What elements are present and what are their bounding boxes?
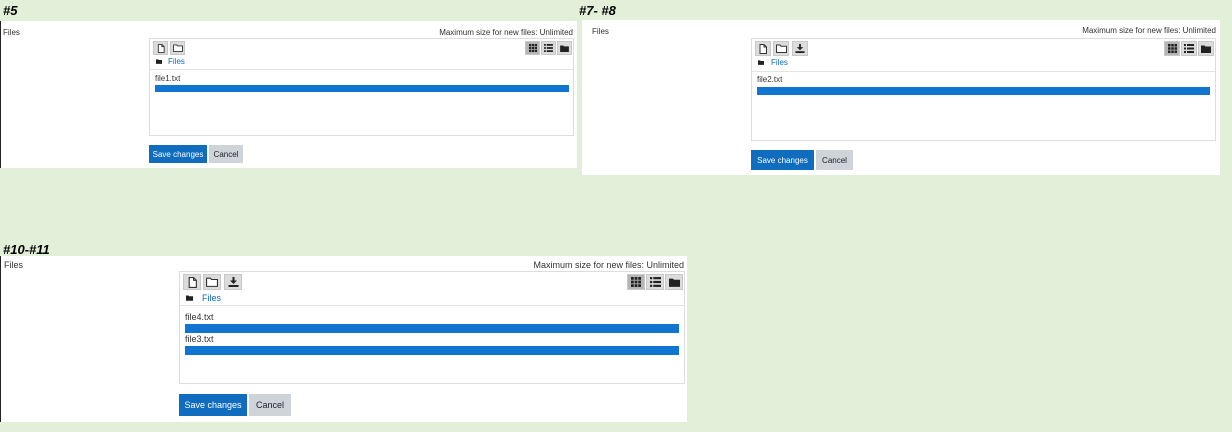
list-icon <box>1184 44 1194 53</box>
file-name[interactable]: file1.txt <box>155 74 180 83</box>
step-label-5: #5 <box>3 3 18 18</box>
max-size-text: Maximum size for new files: Unlimited <box>439 28 573 37</box>
filemanager: Files file1.txt <box>149 38 574 136</box>
breadcrumb-files-link[interactable]: Files <box>771 58 788 67</box>
view-tree-button[interactable] <box>557 41 572 55</box>
upload-progress-bar <box>185 324 679 333</box>
download-button[interactable] <box>792 41 808 56</box>
filemanager-panel-7-8: Files Maximum size for new files: Unlimi… <box>582 20 1220 175</box>
folder-icon <box>156 59 162 64</box>
file-icon <box>759 43 767 54</box>
folder-icon <box>206 277 218 287</box>
add-file-button[interactable] <box>153 41 168 55</box>
grid-icon <box>1167 44 1177 53</box>
folder-icon <box>668 278 680 287</box>
files-field-label: Files <box>3 28 20 37</box>
view-icons-button[interactable] <box>1164 41 1180 56</box>
list-icon <box>649 277 661 287</box>
view-list-button[interactable] <box>541 41 556 55</box>
filemanager: Files file2.txt <box>751 38 1216 141</box>
folder-icon <box>186 295 193 301</box>
breadcrumb: Files <box>156 57 185 66</box>
download-icon <box>228 277 238 287</box>
folder-icon <box>1201 45 1211 53</box>
file-name[interactable]: file3.txt <box>185 334 214 344</box>
divider <box>180 305 684 306</box>
files-field-label: Files <box>592 27 609 36</box>
folder-icon <box>560 44 569 52</box>
view-list-button[interactable] <box>1181 41 1197 56</box>
download-icon <box>795 44 805 53</box>
upload-progress-bar <box>757 87 1210 95</box>
save-button[interactable]: Save changes <box>751 150 814 170</box>
create-folder-button[interactable] <box>170 41 185 55</box>
folder-icon <box>775 44 787 53</box>
add-file-button[interactable] <box>755 41 771 56</box>
breadcrumb-files-link[interactable]: Files <box>202 293 221 303</box>
max-size-text: Maximum size for new files: Unlimited <box>533 260 684 270</box>
create-folder-button[interactable] <box>773 41 789 56</box>
file-icon <box>188 276 197 288</box>
grid-icon <box>631 277 641 287</box>
files-field-label: Files <box>4 260 24 270</box>
save-button[interactable]: Save changes <box>179 394 247 416</box>
breadcrumb: Files <box>758 58 788 67</box>
list-icon <box>544 44 553 52</box>
step-label-10-11: #10-#11 <box>3 242 50 257</box>
breadcrumb: Files <box>186 293 221 303</box>
add-file-button[interactable] <box>183 274 201 290</box>
view-tree-button[interactable] <box>665 274 683 290</box>
divider <box>752 71 1215 72</box>
breadcrumb-files-link[interactable]: Files <box>168 57 185 66</box>
file-name[interactable]: file4.txt <box>185 312 214 322</box>
view-icons-button[interactable] <box>627 274 645 290</box>
view-list-button[interactable] <box>646 274 664 290</box>
upload-progress-bar <box>185 346 679 355</box>
folder-icon <box>758 60 764 65</box>
view-tree-button[interactable] <box>1198 41 1214 56</box>
cancel-button[interactable]: Cancel <box>816 150 853 170</box>
upload-progress-bar <box>155 85 569 92</box>
view-icons-button[interactable] <box>525 41 540 55</box>
divider <box>150 69 573 70</box>
folder-icon <box>172 44 183 52</box>
save-button[interactable]: Save changes <box>149 145 207 163</box>
grid-icon <box>528 44 537 52</box>
file-name[interactable]: file2.txt <box>757 75 782 84</box>
filemanager-panel-5: Files Maximum size for new files: Unlimi… <box>0 21 577 168</box>
filemanager-panel-10-11: Files Maximum size for new files: Unlimi… <box>0 256 687 422</box>
file-icon <box>157 43 165 53</box>
cancel-button[interactable]: Cancel <box>209 145 243 163</box>
cancel-button[interactable]: Cancel <box>249 394 291 416</box>
filemanager: Files file4.txt file3.txt <box>179 271 685 384</box>
step-label-7-8: #7- #8 <box>579 3 616 18</box>
max-size-text: Maximum size for new files: Unlimited <box>1082 26 1216 35</box>
create-folder-button[interactable] <box>203 274 221 290</box>
download-button[interactable] <box>224 274 242 290</box>
